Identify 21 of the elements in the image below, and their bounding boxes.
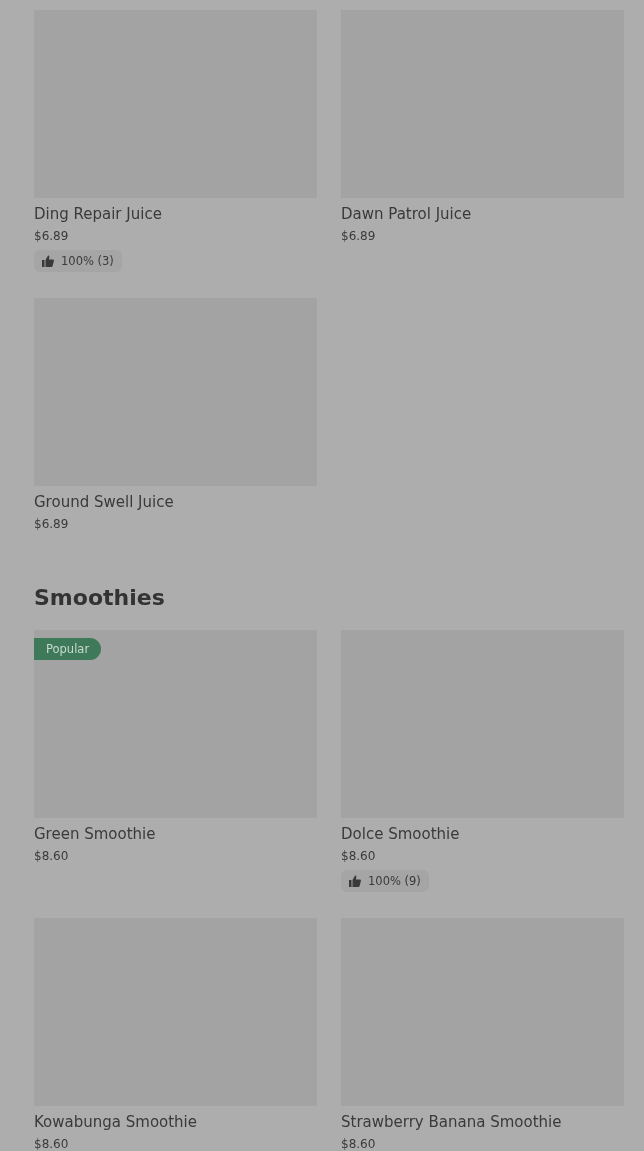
item-price: $6.89 [341,228,377,244]
item-price: $8.60 [34,1136,70,1151]
item-name[interactable]: Dolce Smoothie [341,824,624,844]
item-name[interactable]: Dawn Patrol Juice [341,204,624,224]
item-name[interactable]: Ding Repair Juice [34,204,317,224]
thumbs-up-icon [42,255,54,267]
item-price: $8.60 [34,848,70,864]
image-placeholder[interactable]: Popular [34,630,317,818]
thumbs-up-icon [349,875,361,887]
item-price: $8.60 [341,1136,377,1151]
item-price: $6.89 [34,228,70,244]
item-name[interactable]: Green Smoothie [34,824,317,844]
rating-text: 100% (3) [61,254,114,268]
item-name[interactable]: Ground Swell Juice [34,492,317,512]
item-name[interactable]: Strawberry Banana Smoothie [341,1112,624,1132]
rating-text: 100% (9) [368,874,421,888]
item-price: $8.60 [341,848,377,864]
item-name[interactable]: Kowabunga Smoothie [34,1112,317,1132]
section-heading: Smoothies [34,584,166,612]
popular-badge: Popular [34,638,102,660]
item-price: $6.89 [34,516,70,532]
